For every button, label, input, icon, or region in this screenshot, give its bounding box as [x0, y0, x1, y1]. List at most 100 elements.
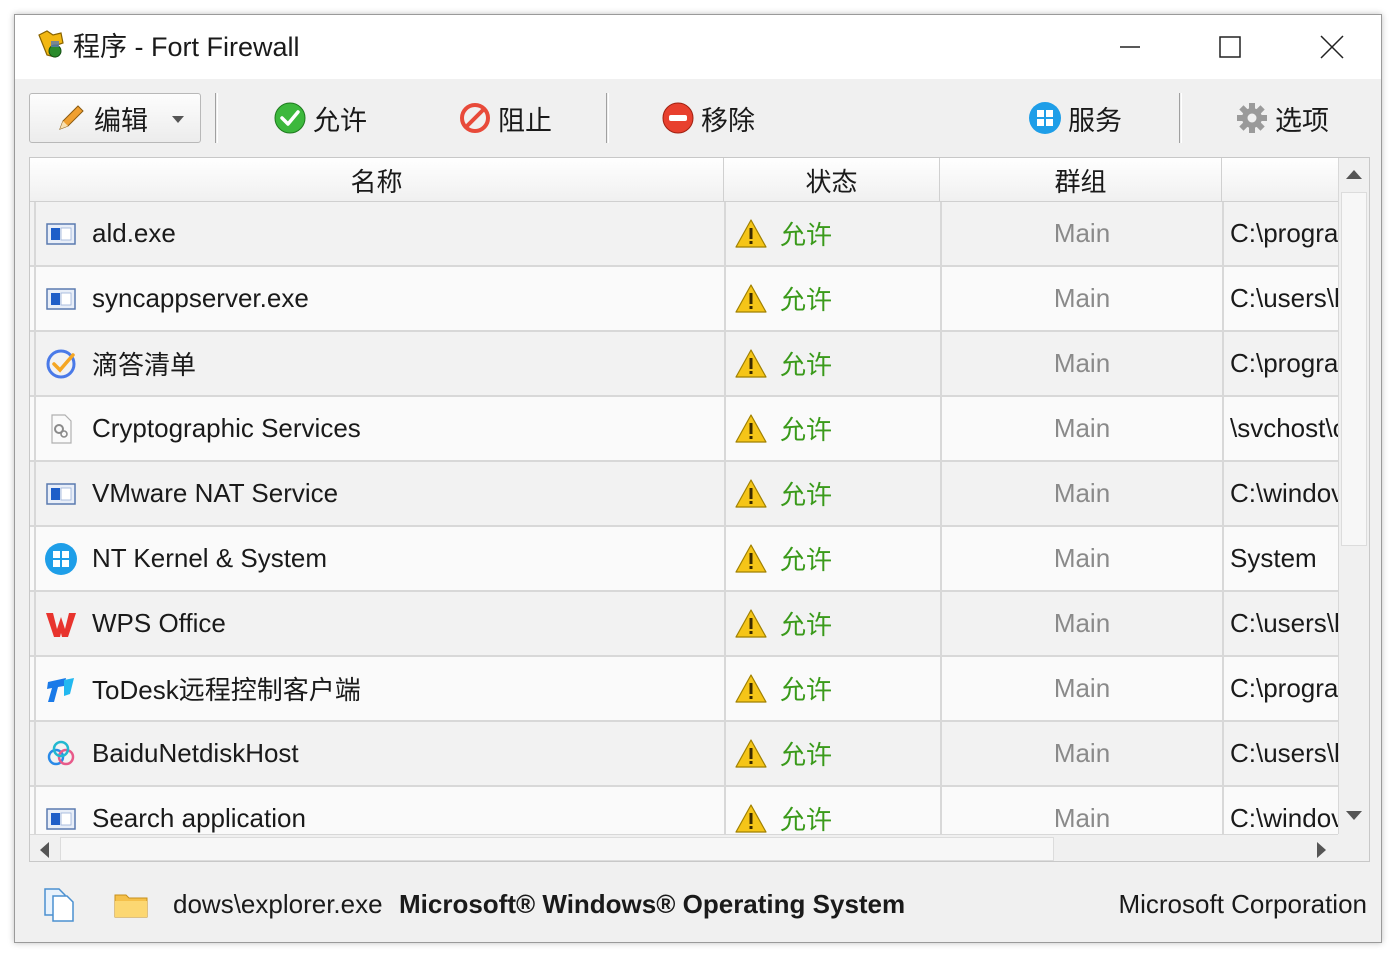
wps-icon [44, 607, 78, 641]
program-path-cell[interactable]: C:\windov [1222, 787, 1338, 834]
edit-dropdown-button[interactable]: 编辑 [29, 93, 201, 143]
vertical-scroll-thumb[interactable] [1341, 192, 1367, 546]
program-status-cell[interactable]: 允许 [724, 592, 940, 655]
program-group: Main [1053, 803, 1111, 833]
program-path-cell[interactable]: C:\progra [1222, 332, 1338, 395]
table-row[interactable]: ald.exe 允许 Main C:\progra [30, 202, 1338, 267]
remove-button[interactable]: 移除 [661, 93, 755, 143]
column-header-group[interactable]: 群组 [940, 158, 1222, 202]
horizontal-scroll-thumb[interactable] [60, 837, 1054, 861]
program-group-cell[interactable]: Main [940, 657, 1222, 720]
table-row[interactable]: Search application 允许 Main C:\windov [30, 787, 1338, 834]
program-path-cell[interactable]: System [1222, 527, 1338, 590]
toolbar: 编辑 允许 阻止 移除 服务 选项 [15, 79, 1381, 157]
service-file-icon [44, 412, 78, 446]
program-group-cell[interactable]: Main [940, 592, 1222, 655]
program-name-cell[interactable]: BaiduNetdiskHost [34, 722, 724, 785]
program-name-cell[interactable]: ald.exe [34, 202, 724, 265]
program-group-cell[interactable]: Main [940, 332, 1222, 395]
program-group-cell[interactable]: Main [940, 722, 1222, 785]
program-status-cell[interactable]: 允许 [724, 722, 940, 785]
program-group: Main [1053, 608, 1111, 638]
scroll-down-arrow-icon[interactable] [1345, 810, 1363, 822]
app-window-icon [44, 282, 78, 316]
remove-label: 移除 [701, 105, 755, 136]
table-row[interactable]: syncappserver.exe 允许 Main C:\users\l [30, 267, 1338, 332]
program-group-cell[interactable]: Main [940, 202, 1222, 265]
warning-icon [734, 217, 768, 251]
program-status-cell[interactable]: 允许 [724, 657, 940, 720]
table-row[interactable]: WPS Office 允许 Main C:\users\l [30, 592, 1338, 657]
allow-label: 允许 [313, 105, 367, 136]
program-name: BaiduNetdiskHost [92, 738, 299, 768]
services-button[interactable]: 服务 [1028, 93, 1122, 143]
scroll-up-arrow-icon[interactable] [1345, 168, 1363, 180]
program-path-cell[interactable]: C:\windov [1222, 462, 1338, 525]
scroll-right-arrow-icon[interactable] [1316, 841, 1328, 859]
column-header-status[interactable]: 状态 [724, 158, 940, 202]
table-row[interactable]: NT Kernel & System 允许 Main System [30, 527, 1338, 592]
folder-icon[interactable] [113, 887, 149, 923]
program-name-cell[interactable]: 滴答清单 [34, 332, 724, 395]
table-row[interactable]: ToDesk远程控制客户端 允许 Main C:\progra [30, 657, 1338, 722]
program-group-cell[interactable]: Main [940, 397, 1222, 460]
maximize-button[interactable] [1180, 15, 1280, 79]
table-row[interactable]: 滴答清单 允许 Main C:\progra [30, 332, 1338, 397]
column-header-name[interactable]: 名称 [30, 158, 724, 202]
minimize-icon [1120, 46, 1140, 48]
program-name-cell[interactable]: VMware NAT Service [34, 462, 724, 525]
warning-icon [734, 412, 768, 446]
program-path-cell[interactable]: \svchost\c [1222, 397, 1338, 460]
program-group-cell[interactable]: Main [940, 462, 1222, 525]
program-status-cell[interactable]: 允许 [724, 332, 940, 395]
program-name: Cryptographic Services [92, 413, 361, 443]
program-path-cell[interactable]: C:\users\l [1222, 267, 1338, 330]
scroll-left-arrow-icon[interactable] [38, 841, 50, 859]
program-status-cell[interactable]: 允许 [724, 787, 940, 834]
options-button[interactable]: 选项 [1235, 93, 1329, 143]
table-row[interactable]: VMware NAT Service 允许 Main C:\windov [30, 462, 1338, 527]
warning-icon [734, 672, 768, 706]
program-status-cell[interactable]: 允许 [724, 397, 940, 460]
program-status-cell[interactable]: 允许 [724, 527, 940, 590]
block-button[interactable]: 阻止 [458, 93, 552, 143]
table-row[interactable]: BaiduNetdiskHost 允许 Main C:\users\l [30, 722, 1338, 787]
program-name-cell[interactable]: WPS Office [34, 592, 724, 655]
program-group: Main [1053, 413, 1111, 443]
program-name-cell[interactable]: ToDesk远程控制客户端 [34, 657, 724, 720]
program-status-cell[interactable]: 允许 [724, 267, 940, 330]
program-name-cell[interactable]: Cryptographic Services [34, 397, 724, 460]
program-path-cell[interactable]: C:\users\l [1222, 722, 1338, 785]
program-group: Main [1053, 218, 1111, 248]
allow-button[interactable]: 允许 [273, 93, 367, 143]
program-name: NT Kernel & System [92, 543, 328, 573]
program-name-cell[interactable]: Search application [34, 787, 724, 834]
table-row[interactable]: Cryptographic Services 允许 Main \svchost\c [30, 397, 1338, 462]
warning-icon [734, 542, 768, 576]
program-path-cell[interactable]: C:\users\l [1222, 592, 1338, 655]
program-group: Main [1053, 543, 1111, 573]
program-status-cell[interactable]: 允许 [724, 202, 940, 265]
selected-program-company: Microsoft Corporation [1118, 889, 1367, 919]
app-window-icon [44, 477, 78, 511]
minimize-button[interactable] [1080, 15, 1180, 79]
program-status: 允许 [780, 480, 833, 510]
program-group-cell[interactable]: Main [940, 787, 1222, 834]
program-path-cell[interactable]: C:\progra [1222, 202, 1338, 265]
todesk-icon [44, 672, 78, 706]
copy-icon[interactable] [41, 887, 77, 923]
program-group-cell[interactable]: Main [940, 527, 1222, 590]
program-name-cell[interactable]: syncappserver.exe [34, 267, 724, 330]
column-header-path[interactable] [1222, 158, 1338, 202]
program-name-cell[interactable]: NT Kernel & System [34, 527, 724, 590]
program-group-cell[interactable]: Main [940, 267, 1222, 330]
close-button[interactable] [1282, 15, 1381, 79]
app-window-icon [44, 217, 78, 251]
gear-icon [1235, 101, 1269, 135]
program-status-cell[interactable]: 允许 [724, 462, 940, 525]
horizontal-scrollbar[interactable] [30, 834, 1338, 861]
programs-table: 名称 状态 群组 ald.exe 允许 Main C:\progra syncappse… [29, 157, 1370, 862]
warning-icon [734, 347, 768, 381]
vertical-scrollbar[interactable] [1338, 158, 1369, 834]
program-path-cell[interactable]: C:\progra [1222, 657, 1338, 720]
